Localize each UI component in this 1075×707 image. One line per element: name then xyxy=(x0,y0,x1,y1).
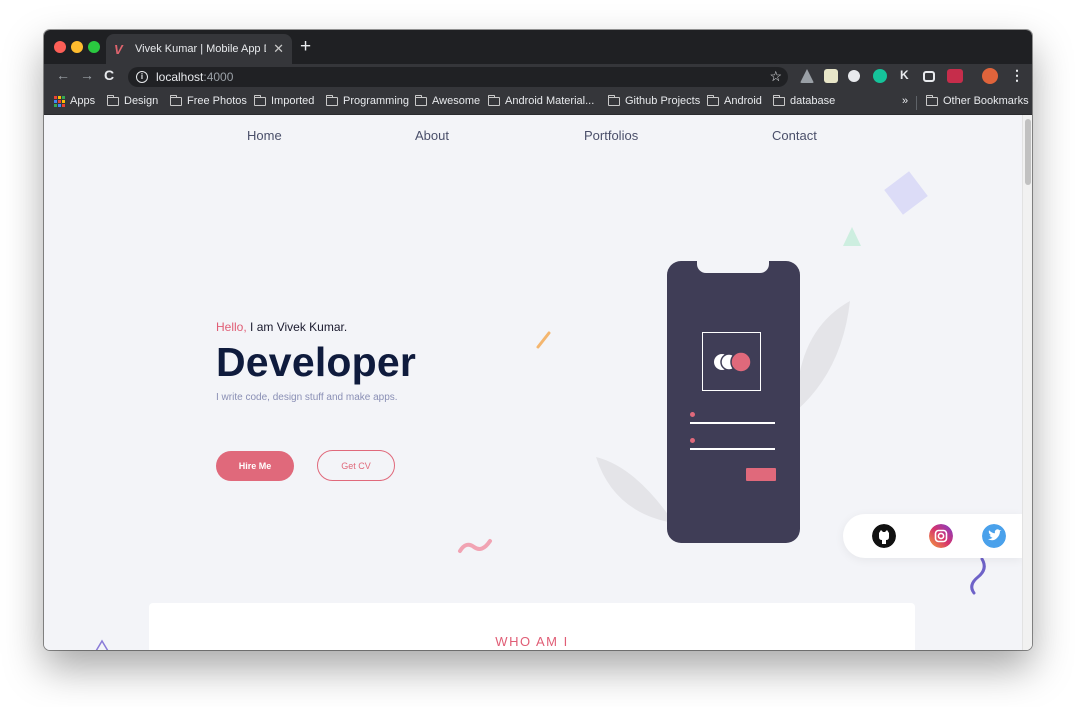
bookmark-label: Android xyxy=(724,95,762,107)
leaf-shape xyxy=(796,301,850,411)
get-cv-button[interactable]: Get CV xyxy=(317,450,395,481)
url-port: :4000 xyxy=(203,70,234,84)
decorative-shapes xyxy=(95,171,986,650)
grammarly-extension-icon[interactable] xyxy=(873,69,887,83)
field-bullet xyxy=(690,412,695,417)
new-tab-button[interactable]: + xyxy=(300,36,311,58)
phone-logo-card xyxy=(702,332,761,391)
bookmarks-separator xyxy=(916,96,917,110)
hire-me-button[interactable]: Hire Me xyxy=(216,451,294,481)
web-page: Home About Portfolios Contact Hello, I a… xyxy=(44,115,1032,650)
browser-window: V Vivek Kumar | Mobile App Deve ✕ + ← → … xyxy=(44,30,1032,650)
folder-icon xyxy=(607,94,620,106)
browser-menu-icon[interactable]: ⋮ xyxy=(1010,67,1024,84)
triangle-outline-shape xyxy=(95,639,109,650)
bookmark-other-bookmarks[interactable]: Other Bookmarks xyxy=(925,94,1029,107)
bookmarks-overflow-icon[interactable]: » xyxy=(902,95,908,107)
about-heading: WHO AM I xyxy=(495,634,569,649)
bookmark-android[interactable]: Android xyxy=(706,94,762,107)
page-scrollbar[interactable] xyxy=(1022,115,1032,650)
url-host: localhost xyxy=(156,70,204,84)
bookmark-label: database xyxy=(790,95,836,107)
bookmarks-bar: Apps Design Free Photos Imported Program… xyxy=(44,90,1032,115)
close-window-button[interactable] xyxy=(54,41,66,53)
k-extension-icon[interactable]: K xyxy=(900,68,909,82)
field-bullet xyxy=(690,438,695,443)
dash-shape xyxy=(536,331,551,349)
folder-icon xyxy=(925,94,938,106)
greeting-accent: Hello, xyxy=(216,320,247,334)
folder-icon xyxy=(772,94,785,106)
bookmark-label: Other Bookmarks xyxy=(943,95,1029,107)
reload-icon[interactable]: C xyxy=(104,67,114,83)
hero-title: Developer xyxy=(216,339,417,385)
folder-icon xyxy=(414,94,427,106)
instagram-icon[interactable] xyxy=(929,524,953,548)
phone-notch xyxy=(697,261,769,273)
bookmark-apps[interactable]: Apps xyxy=(54,95,95,107)
bookmark-label: Imported xyxy=(271,95,315,107)
minimize-window-button[interactable] xyxy=(71,41,83,53)
extension-circle-icon[interactable] xyxy=(848,70,860,82)
about-section: WHO AM I xyxy=(149,603,915,650)
back-icon[interactable]: ← xyxy=(56,67,70,83)
bookmark-database[interactable]: database xyxy=(772,94,836,107)
maximize-window-button[interactable] xyxy=(88,41,100,53)
squiggle-purple-shape xyxy=(970,557,986,595)
notes-extension-icon[interactable] xyxy=(824,69,838,83)
bookmark-free-photos[interactable]: Free Photos xyxy=(169,94,247,107)
tab-close-icon[interactable]: ✕ xyxy=(273,41,284,57)
phone-illustration xyxy=(667,261,800,543)
browser-toolbar: ← → C i localhost:4000 ☆ K ⋮ xyxy=(44,64,1032,90)
bookmark-label: Free Photos xyxy=(187,95,247,107)
bookmark-star-icon[interactable]: ☆ xyxy=(769,68,782,85)
bookmark-github-projects[interactable]: Github Projects xyxy=(607,94,701,107)
twitter-icon[interactable] xyxy=(982,524,1006,548)
greeting-intro: I am Vivek Kumar. xyxy=(246,320,348,334)
profile-avatar[interactable] xyxy=(982,68,998,84)
forward-icon[interactable]: → xyxy=(80,67,94,83)
browser-tab[interactable]: V Vivek Kumar | Mobile App Deve ✕ xyxy=(106,34,292,64)
bookmark-label: Awesome xyxy=(432,95,481,107)
bookmark-programming[interactable]: Programming xyxy=(325,94,410,107)
scrollbar-thumb[interactable] xyxy=(1025,119,1031,185)
site-info-icon[interactable]: i xyxy=(136,71,148,83)
bookmark-label: Design xyxy=(124,95,159,107)
address-bar[interactable]: i localhost:4000 ☆ xyxy=(128,67,788,87)
bookmark-android-material[interactable]: Android Material... xyxy=(487,94,595,107)
toggle-logo-icon xyxy=(714,351,752,373)
folder-icon xyxy=(253,94,266,106)
badge-extension-icon[interactable] xyxy=(947,69,963,83)
triangle-shape xyxy=(843,227,861,246)
bookmark-label: Android Material... xyxy=(505,95,595,107)
diamond-shape xyxy=(884,171,928,215)
social-links xyxy=(843,514,1022,558)
bookmark-imported[interactable]: Imported xyxy=(253,94,315,107)
github-icon[interactable] xyxy=(872,524,896,548)
bookmark-awesome[interactable]: Awesome xyxy=(414,94,481,107)
bookmark-label: Github Projects xyxy=(625,95,701,107)
squiggle-pink-shape xyxy=(458,539,492,553)
drive-extension-icon[interactable] xyxy=(800,69,814,83)
folder-icon xyxy=(169,94,182,106)
form-field-line xyxy=(690,422,775,424)
apps-grid-icon xyxy=(54,95,65,107)
folder-icon xyxy=(106,94,119,106)
tab-title: Vivek Kumar | Mobile App Deve xyxy=(135,43,266,55)
bookmark-label: Programming xyxy=(343,95,410,107)
folder-icon xyxy=(325,94,338,106)
window-extension-icon[interactable] xyxy=(923,71,935,82)
bookmark-design[interactable]: Design xyxy=(106,94,159,107)
tab-strip: V Vivek Kumar | Mobile App Deve ✕ + xyxy=(44,30,1032,64)
site-favicon-icon: V xyxy=(114,41,123,57)
phone-submit-shape xyxy=(746,468,776,481)
hero-subtitle: I write code, design stuff and make apps… xyxy=(216,392,398,403)
form-field-line xyxy=(690,448,775,450)
hero-greeting: Hello, I am Vivek Kumar. xyxy=(216,320,347,334)
folder-icon xyxy=(487,94,500,106)
leaf-shape xyxy=(596,457,674,523)
bookmark-label: Apps xyxy=(70,95,96,107)
folder-icon xyxy=(706,94,719,106)
